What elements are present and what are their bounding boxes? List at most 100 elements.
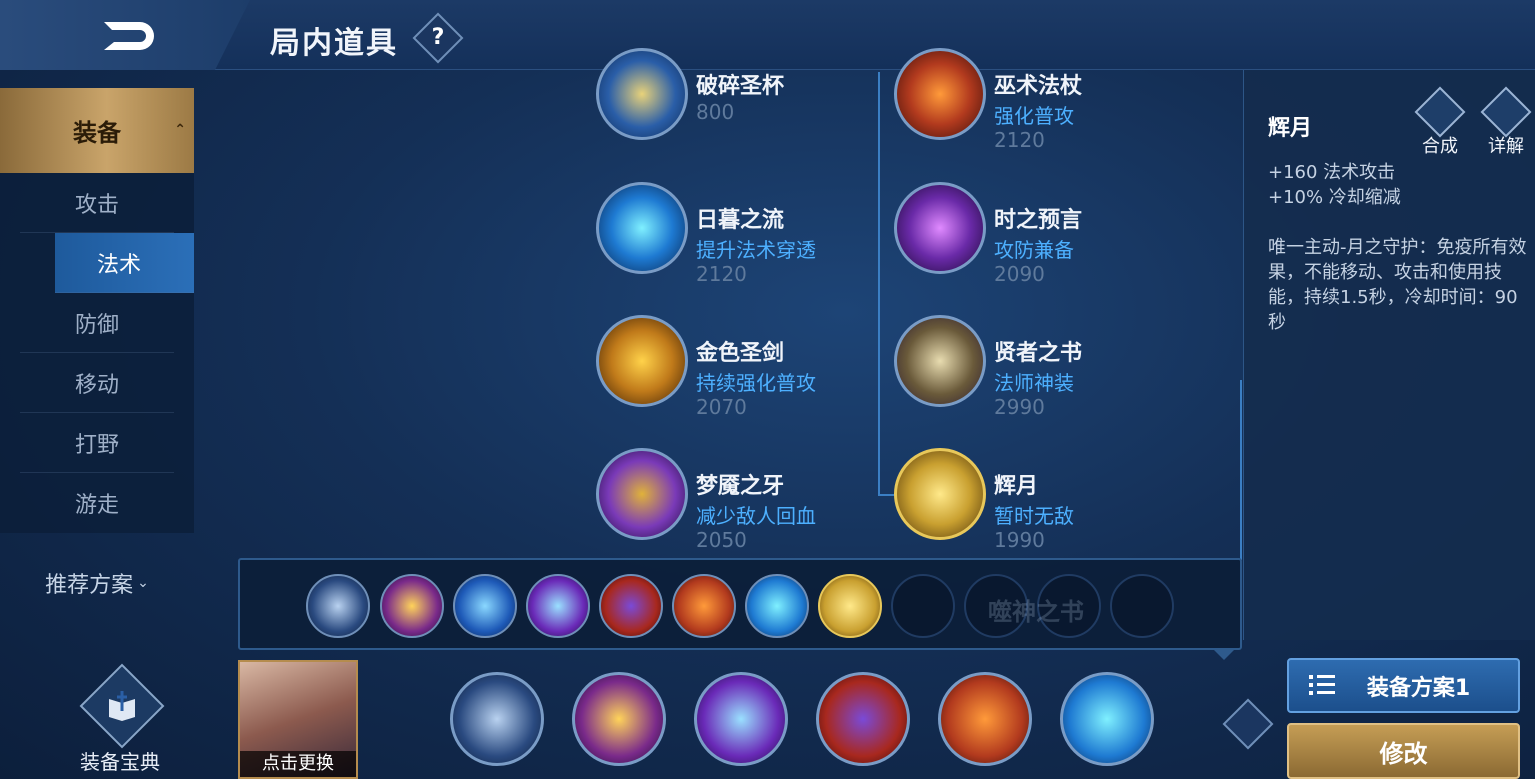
page-title: 局内道具 xyxy=(270,26,398,61)
compose-button[interactable]: 合成 xyxy=(1414,86,1466,158)
dragon-icon[interactable] xyxy=(526,574,590,638)
empty-slot[interactable] xyxy=(1110,574,1174,638)
chevron-down-icon: ⌄ xyxy=(137,575,149,591)
tree-connector xyxy=(1240,380,1242,560)
list-icon xyxy=(1309,675,1335,695)
item-price: 2120 xyxy=(696,262,747,286)
stat-line: +10% 冷却缩减 xyxy=(1268,187,1401,208)
nightmare-fang-icon xyxy=(596,448,688,540)
item-broken-grail[interactable]: 破碎圣杯 800 xyxy=(596,48,876,148)
item-radiant-moon[interactable]: 辉月 暂时无敌 1990 xyxy=(894,448,1174,552)
help-label: ? xyxy=(431,25,445,50)
item-price: 2990 xyxy=(994,395,1045,419)
edit-button[interactable]: 修改 xyxy=(1287,723,1520,779)
item-desc: 强化普攻 xyxy=(994,104,1074,128)
hero-portrait[interactable]: 点击更换 xyxy=(238,660,358,779)
help-button[interactable]: ? xyxy=(412,12,464,64)
item-nightmare-fang[interactable]: 梦魇之牙 减少敌人回血 2050 xyxy=(596,448,876,552)
category-movement[interactable]: 移动 xyxy=(20,353,174,413)
back-button[interactable] xyxy=(0,0,250,70)
dusk-flow-icon xyxy=(596,182,688,274)
book-icon xyxy=(79,663,165,749)
back-arrow-icon xyxy=(104,22,154,50)
category-magic[interactable]: 法术 xyxy=(55,233,194,293)
sage-book-icon xyxy=(894,315,986,407)
play-icon xyxy=(1480,86,1532,138)
recommended-builds[interactable]: 推荐方案 ⌄ xyxy=(0,553,194,613)
hammer-icon xyxy=(1414,86,1466,138)
equipment-guide-label: 装备宝典 xyxy=(80,750,160,774)
boots-icon[interactable] xyxy=(306,574,370,638)
item-price: 800 xyxy=(696,100,735,124)
category-list: 攻击 法术 防御 移动 打野 游走 xyxy=(0,173,194,533)
radiant-moon-icon xyxy=(894,448,986,540)
dusk-flow-icon[interactable] xyxy=(1060,672,1154,766)
item-price: 2050 xyxy=(696,528,747,552)
caret-icon xyxy=(1214,650,1234,660)
empty-slot[interactable] xyxy=(891,574,955,638)
item-desc: 减少敌人回血 xyxy=(696,504,816,528)
tree-connector xyxy=(878,72,880,494)
explain-button[interactable]: 详解 xyxy=(1480,86,1532,158)
item-sage-book[interactable]: 贤者之书 法师神装 2990 xyxy=(894,315,1174,419)
bottom-bar: 点击更换 装备方案1 修改 xyxy=(200,650,1535,779)
sidebar: 装备 ⌃ 攻击 法术 防御 移动 打野 游走 推荐方案 ⌄ 装备宝典 xyxy=(0,88,195,779)
item-name: 日暮之流 xyxy=(696,208,785,233)
broken-grail-icon xyxy=(596,48,688,140)
item-price: 1990 xyxy=(994,528,1045,552)
item-name: 时之预言 xyxy=(994,208,1083,233)
eye-icon[interactable] xyxy=(1222,698,1274,750)
radiant-moon-icon[interactable] xyxy=(818,574,882,638)
ghost-item-name: 噬神之书 xyxy=(988,598,1084,626)
stat-line: +160 法术攻击 xyxy=(1268,162,1396,183)
item-detail-panel: 辉月 合成 详解 +160 法术攻击 +10% 冷却缩减 唯一主动-月之守护：免… xyxy=(1243,70,1535,640)
item-desc: 提升法术穿透 xyxy=(696,238,816,262)
item-desc: 暂时无敌 xyxy=(994,504,1074,528)
change-hero-label: 点击更换 xyxy=(240,751,356,777)
witch-staff-icon xyxy=(894,48,986,140)
recommended-builds-label: 推荐方案 xyxy=(45,573,134,598)
item-time-prophecy[interactable]: 时之预言 攻防兼备 2090 xyxy=(894,182,1174,286)
item-name: 辉月 xyxy=(994,474,1039,499)
item-name: 金色圣剑 xyxy=(696,341,785,366)
category-equipment-label: 装备 xyxy=(73,119,121,147)
build-plan-button[interactable]: 装备方案1 xyxy=(1287,658,1520,713)
detail-actions: 合成 详解 xyxy=(1414,86,1535,160)
hat-icon[interactable] xyxy=(816,672,910,766)
detail-stats: +160 法术攻击 +10% 冷却缩减 xyxy=(1268,160,1401,210)
detail-passive: 唯一主动-月之守护：免疫所有效果，不能移动、攻击和使用技能，持续1.5秒，冷却时… xyxy=(1268,237,1527,333)
chevron-up-icon: ⌃ xyxy=(174,122,186,138)
item-name: 破碎圣杯 xyxy=(696,74,785,99)
item-price: 2070 xyxy=(696,395,747,419)
item-name: 巫术法杖 xyxy=(994,74,1083,99)
item-witch-staff[interactable]: 巫术法杖 强化普攻 2120 xyxy=(894,48,1174,152)
grail-icon[interactable] xyxy=(380,574,444,638)
edit-label: 修改 xyxy=(1379,739,1428,768)
staff-icon[interactable] xyxy=(938,672,1032,766)
category-equipment[interactable]: 装备 ⌃ xyxy=(0,88,194,173)
grail-icon[interactable] xyxy=(572,672,666,766)
staff-icon[interactable] xyxy=(672,574,736,638)
item-desc: 法师神装 xyxy=(994,371,1074,395)
category-jungle[interactable]: 打野 xyxy=(20,413,174,473)
category-attack[interactable]: 攻击 xyxy=(20,173,174,233)
category-defense[interactable]: 防御 xyxy=(20,293,174,353)
detail-item-name: 辉月 xyxy=(1268,116,1313,141)
trident-icon[interactable] xyxy=(453,574,517,638)
item-name: 梦魇之牙 xyxy=(696,474,785,499)
boots-icon[interactable] xyxy=(450,672,544,766)
item-name: 贤者之书 xyxy=(994,341,1083,366)
build-plan-label: 装备方案1 xyxy=(1366,675,1471,701)
time-prophecy-icon xyxy=(894,182,986,274)
hat-icon[interactable] xyxy=(599,574,663,638)
item-golden-sword[interactable]: 金色圣剑 持续强化普攻 2070 xyxy=(596,315,876,419)
current-build-strip: 噬神之书 xyxy=(238,558,1242,650)
item-desc: 攻防兼备 xyxy=(994,238,1074,262)
item-price: 2090 xyxy=(994,262,1045,286)
equipment-guide-button[interactable]: 装备宝典 xyxy=(62,663,182,774)
dusk-flow-icon[interactable] xyxy=(745,574,809,638)
item-dusk-flow[interactable]: 日暮之流 提升法术穿透 2120 xyxy=(596,182,876,286)
dragon-icon[interactable] xyxy=(694,672,788,766)
category-roam[interactable]: 游走 xyxy=(20,473,174,533)
golden-sword-icon xyxy=(596,315,688,407)
